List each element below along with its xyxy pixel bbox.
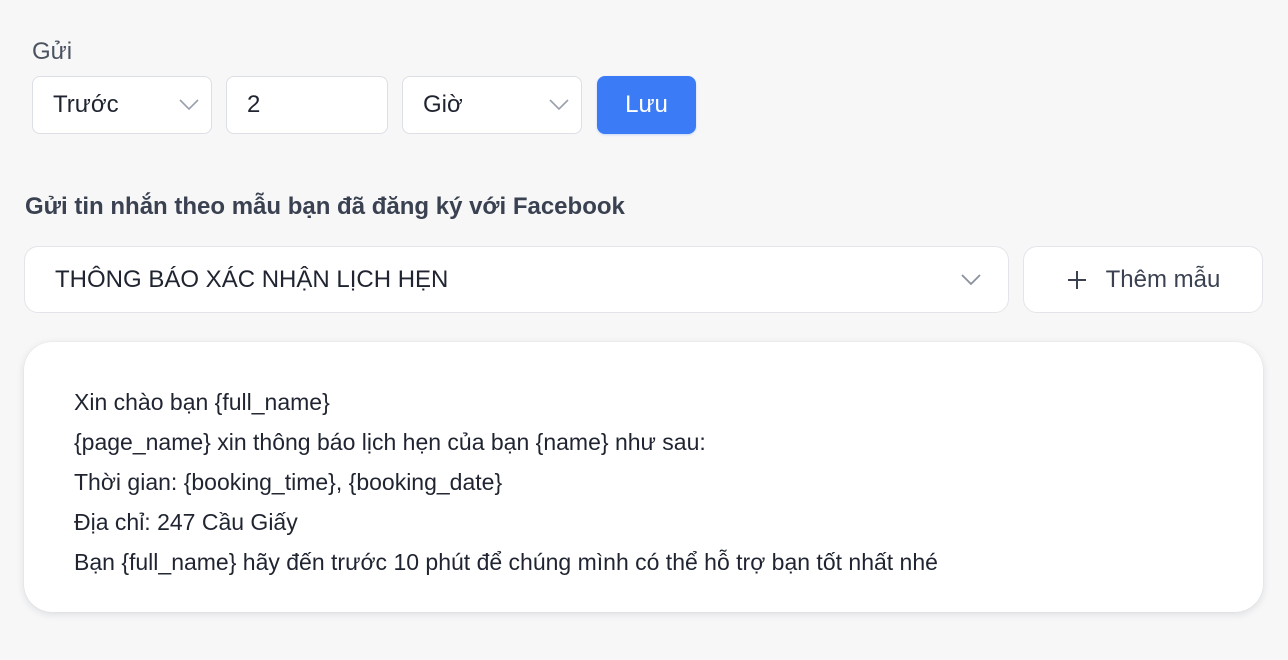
template-select-value: THÔNG BÁO XÁC NHẬN LỊCH HẸN	[55, 265, 449, 293]
add-template-button[interactable]: Thêm mẫu	[1023, 246, 1263, 313]
plus-icon	[1066, 269, 1088, 291]
add-template-label: Thêm mẫu	[1105, 265, 1221, 293]
save-button[interactable]: Lưu	[597, 76, 696, 134]
unit-select[interactable]: Giờ	[402, 76, 582, 134]
template-section-title: Gửi tin nhắn theo mẫu bạn đã đăng ký với…	[25, 193, 625, 220]
preview-line: Bạn {full_name} hãy đến trước 10 phút để…	[74, 549, 938, 575]
amount-input[interactable]: 2	[226, 76, 388, 134]
chevron-down-icon	[934, 247, 1008, 312]
send-label: Gửi	[32, 38, 73, 65]
preview-line: Thời gian: {booking_time}, {booking_date…	[74, 469, 503, 495]
chevron-down-icon	[537, 77, 581, 133]
preview-line: {page_name} xin thông báo lịch hẹn của b…	[74, 429, 706, 455]
reminder-settings: Gửi Trước 2 Giờ Lưu Gửi tin nhắn theo mẫ…	[0, 0, 1288, 660]
template-select[interactable]: THÔNG BÁO XÁC NHẬN LỊCH HẸN	[24, 246, 1009, 313]
preview-line: Xin chào bạn {full_name}	[74, 389, 330, 415]
message-preview: Xin chào bạn {full_name} {page_name} xin…	[24, 342, 1263, 612]
amount-input-value: 2	[247, 91, 261, 118]
preview-line: Địa chỉ: 247 Cầu Giấy	[74, 509, 298, 535]
chevron-down-icon	[167, 77, 211, 133]
timing-select-value: Trước	[53, 91, 119, 118]
timing-select[interactable]: Trước	[32, 76, 212, 134]
unit-select-value: Giờ	[423, 91, 463, 118]
